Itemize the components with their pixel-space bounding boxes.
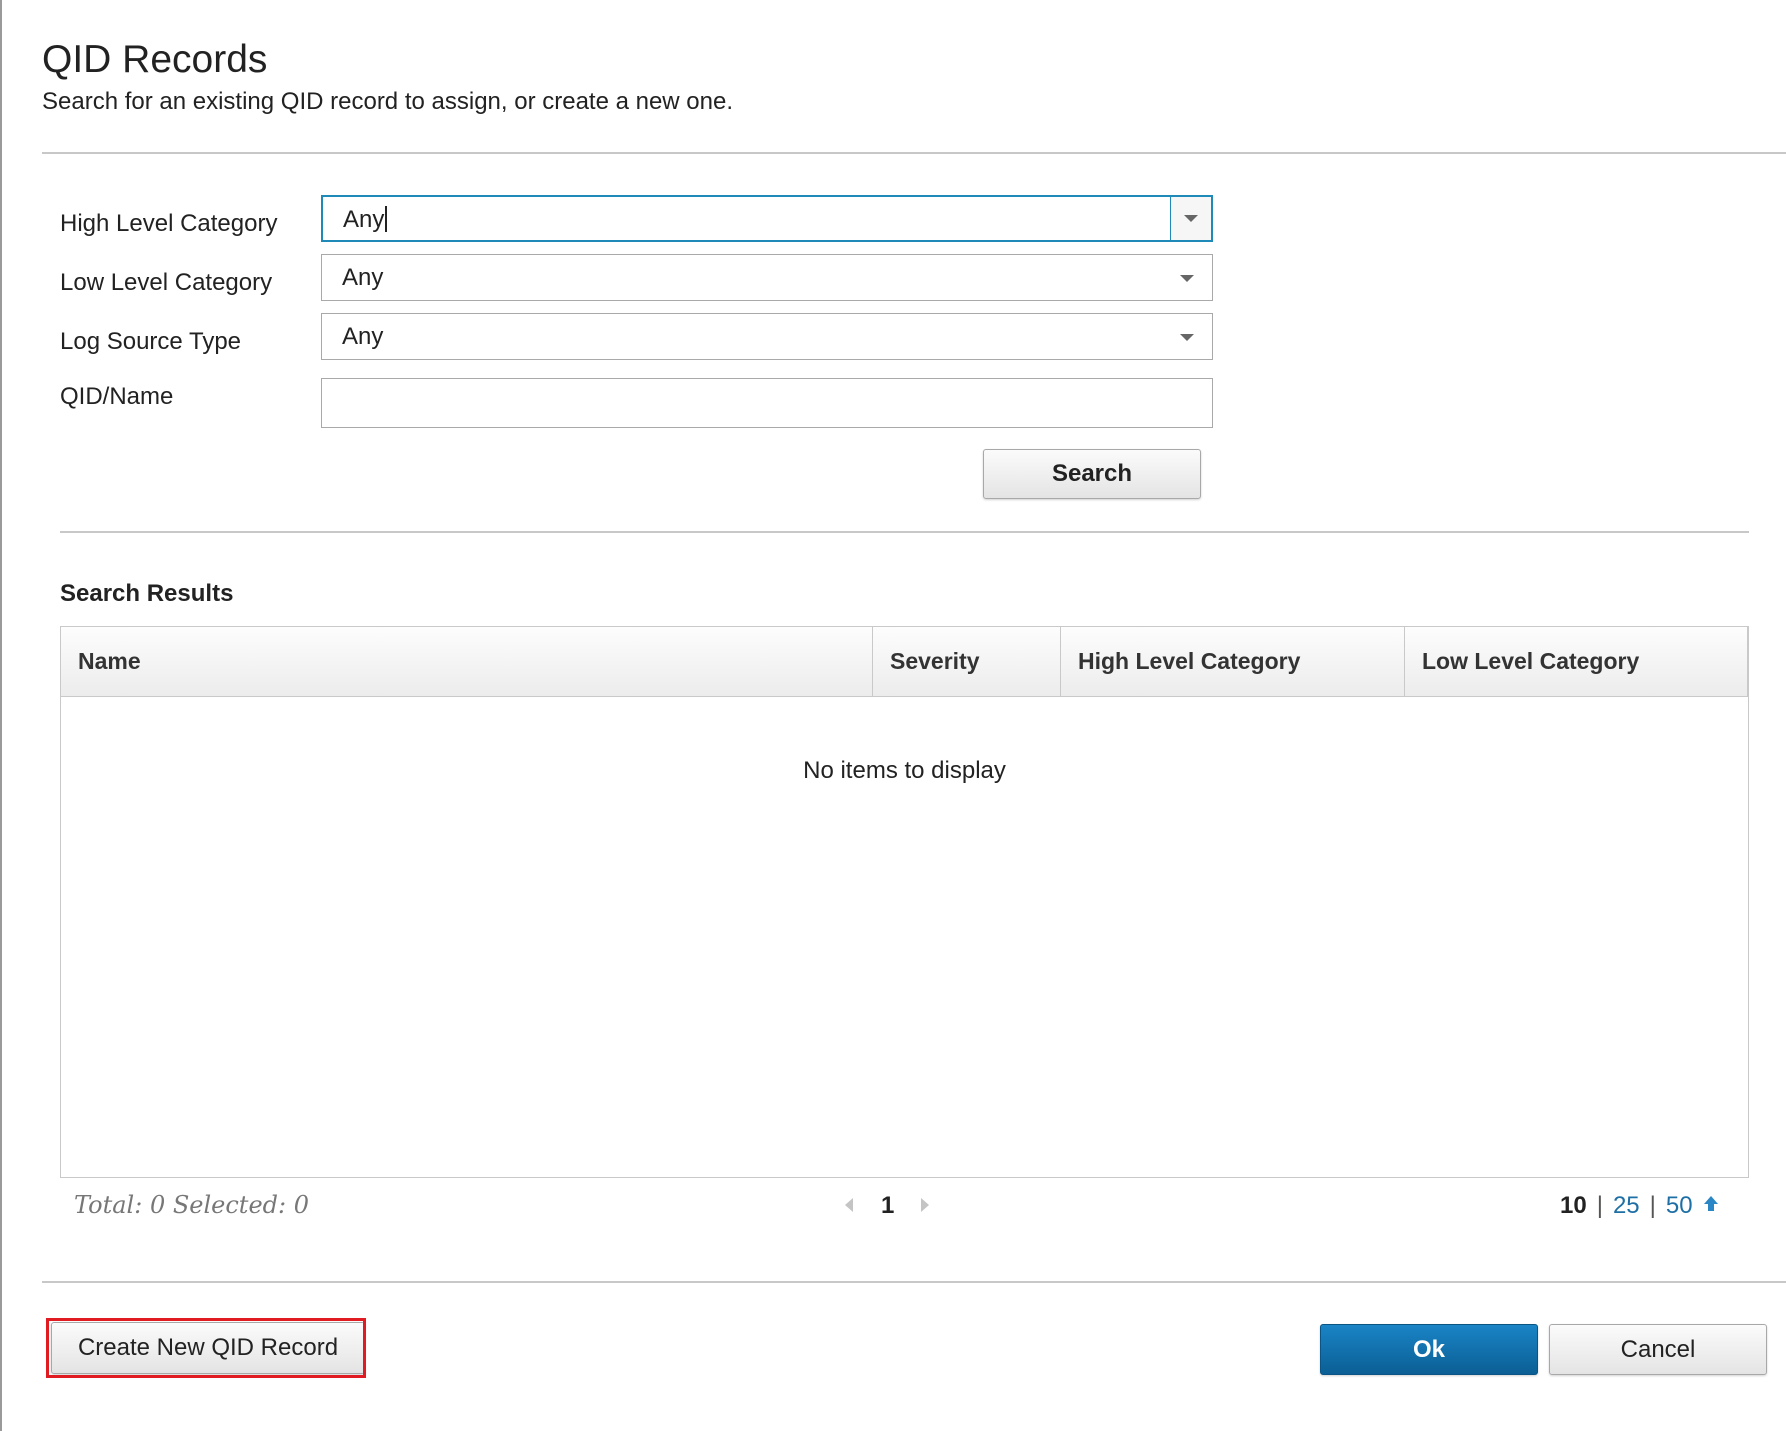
page-size-50[interactable]: 50 [1666, 1192, 1693, 1219]
search-results-heading: Search Results [60, 580, 234, 607]
text-cursor [385, 206, 388, 232]
page-size-selector: 10 | 25 | 50 [1560, 1192, 1719, 1220]
page-subtitle: Search for an existing QID record to ass… [42, 88, 734, 115]
footer-divider [42, 1281, 1786, 1283]
page-title: QID Records [42, 38, 268, 81]
column-header-label: Low Level Category [1422, 648, 1640, 674]
total-selected-status: Total: 0 Selected: 0 [74, 1191, 309, 1219]
ok-button[interactable]: Ok [1320, 1324, 1538, 1375]
arrow-up-icon[interactable] [1703, 1196, 1719, 1214]
column-header-high-level-category[interactable]: High Level Category [1061, 627, 1405, 696]
results-table-header: Name Severity High Level Category Low Le… [61, 627, 1748, 697]
chevron-down-icon [1180, 275, 1194, 282]
chevron-right-icon[interactable] [921, 1198, 929, 1212]
column-header-label: Severity [890, 648, 980, 674]
separator: | [1596, 1192, 1603, 1219]
column-header-severity[interactable]: Severity [873, 627, 1061, 696]
chevron-down-icon [1184, 215, 1198, 222]
column-header-label: Name [78, 648, 141, 674]
header-divider [42, 152, 1786, 154]
column-header-label: High Level Category [1078, 648, 1301, 674]
log-source-type-select[interactable]: Any [321, 313, 1213, 360]
log-source-type-value: Any [342, 323, 384, 350]
separator: | [1649, 1192, 1656, 1219]
low-level-category-value: Any [342, 264, 384, 291]
results-table: Name Severity High Level Category Low Le… [60, 626, 1749, 1178]
page-size-10[interactable]: 10 [1560, 1192, 1587, 1219]
search-button[interactable]: Search [983, 449, 1201, 499]
current-page-number[interactable]: 1 [881, 1192, 894, 1220]
empty-message: No items to display [803, 757, 1006, 784]
cancel-button[interactable]: Cancel [1549, 1324, 1767, 1375]
column-header-low-level-category[interactable]: Low Level Category [1405, 627, 1748, 696]
window-left-edge [0, 0, 2, 1431]
qid-name-label: QID/Name [60, 383, 174, 410]
high-level-category-value: Any [343, 206, 385, 233]
high-level-category-label: High Level Category [60, 210, 278, 237]
column-header-name[interactable]: Name [61, 627, 873, 696]
form-divider [60, 531, 1749, 533]
chevron-left-icon[interactable] [845, 1198, 853, 1212]
high-level-category-dropdown-button[interactable] [1170, 197, 1211, 240]
log-source-type-label: Log Source Type [60, 328, 242, 355]
create-new-qid-record-button[interactable]: Create New QID Record [51, 1322, 365, 1374]
qid-name-input[interactable] [321, 378, 1213, 428]
low-level-category-select[interactable]: Any [321, 254, 1213, 301]
page-size-25[interactable]: 25 [1613, 1192, 1640, 1219]
high-level-category-select[interactable]: Any [321, 195, 1213, 242]
chevron-down-icon [1180, 334, 1194, 341]
low-level-category-label: Low Level Category [60, 269, 273, 296]
